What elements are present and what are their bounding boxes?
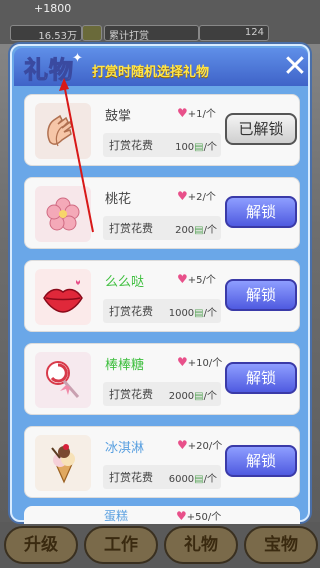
gift-modal: 礼物 ✦ 打赏时随机选择礼物 ✕ 鼓掌 ♥+1/个 打赏花费 100▤/个 已解… (10, 44, 310, 524)
heart-icon: ♥ (177, 438, 188, 452)
gift-bonus: ♥+50/个 (176, 509, 222, 523)
modal-header: 礼物 ✦ 打赏时随机选择礼物 ✕ (14, 48, 308, 86)
gift-fee-box: 打赏花费 200▤/个 (103, 216, 221, 240)
gift-card: 么么哒 ♥+5/个 打赏花费 1000▤/个 解锁 (24, 260, 300, 332)
gift-fee-box: 打赏花费 100▤/个 (103, 133, 221, 157)
gift-fee-box: 打赏花费 2000▤/个 (103, 382, 221, 406)
gift-fee-label: 打赏花费 (109, 222, 153, 235)
heart-icon: ♥ (177, 272, 188, 286)
stat-total-tips: 124 (199, 25, 269, 41)
gift-card: 冰淇淋 ♥+20/个 打赏花费 6000▤/个 解锁 (24, 426, 300, 498)
gift-name: 蛋糕 (104, 509, 129, 523)
heart-icon: ♥ (177, 355, 188, 369)
unlocked-button[interactable]: 已解锁 (225, 113, 297, 145)
gift-card: 鼓掌 ♥+1/个 打赏花费 100▤/个 已解锁 (24, 94, 300, 166)
gift-card-partial: 蛋糕 ♥+50/个 (24, 506, 300, 524)
gift-bonus: ♥+20/个 (177, 438, 223, 452)
gift-name: 棒棒糖 (105, 358, 145, 373)
gift-fee-value: 2000▤/个 (168, 391, 217, 402)
gift-fee-label: 打赏花费 (109, 305, 153, 318)
gift-fee-box: 打赏花费 6000▤/个 (103, 465, 221, 489)
ice-cream-icon (35, 435, 91, 491)
gift-bonus: ♥+10/个 (177, 355, 223, 369)
gift-fee-value: 1000▤/个 (168, 308, 217, 319)
unlock-button[interactable]: 解锁 (225, 196, 297, 228)
money-icon: ▤ (194, 308, 204, 319)
gift-list[interactable]: 鼓掌 ♥+1/个 打赏花费 100▤/个 已解锁 桃花 ♥+2/个 打赏花费 2… (24, 94, 300, 524)
nav-work-button[interactable]: 工作 (84, 526, 158, 564)
gift-fee-value: 100▤/个 (175, 142, 217, 153)
gift-bonus: ♥+1/个 (177, 106, 216, 120)
gift-fee-value: 200▤/个 (175, 225, 217, 236)
nav-upgrade-button[interactable]: 升级 (4, 526, 78, 564)
gift-fee-label: 打赏花费 (109, 139, 153, 152)
heart-icon: ♥ (177, 189, 188, 203)
nav-gift-button[interactable]: 礼物 (164, 526, 238, 564)
gift-bonus: ♥+5/个 (177, 272, 216, 286)
sparkle-icon: ✦ (72, 51, 83, 66)
gift-name: 桃花 (105, 192, 132, 207)
gift-fee-label: 打赏花费 (109, 471, 153, 484)
gift-card: 棒棒糖 ♥+10/个 打赏花费 2000▤/个 解锁 (24, 343, 300, 415)
gift-fee-label: 打赏花费 (109, 388, 153, 401)
peach-blossom-icon (35, 186, 91, 242)
modal-title: 礼物 (24, 56, 74, 85)
gift-name: 么么哒 (105, 275, 145, 290)
unlock-button[interactable]: 解锁 (225, 445, 297, 477)
heart-icon: ♥ (177, 106, 188, 120)
nav-treasure-button[interactable]: 宝物 (244, 526, 318, 564)
lips-icon (35, 269, 91, 325)
money-icon (82, 25, 102, 41)
close-icon[interactable]: ✕ (280, 52, 310, 82)
top-status-bar: +1800 16.53万 累计打赏 124 (0, 0, 320, 44)
gift-bonus: ♥+2/个 (177, 189, 216, 203)
heart-icon: ♥ (176, 509, 187, 523)
gift-name: 冰淇淋 (105, 441, 145, 456)
money-icon: ▤ (194, 391, 204, 402)
money-icon: ▤ (194, 225, 204, 236)
unlock-button[interactable]: 解锁 (225, 279, 297, 311)
gift-card: 桃花 ♥+2/个 打赏花费 200▤/个 解锁 (24, 177, 300, 249)
unlock-button[interactable]: 解锁 (225, 362, 297, 394)
coin-gain-text: +1800 (34, 2, 72, 15)
gift-fee-box: 打赏花费 1000▤/个 (103, 299, 221, 323)
clapping-hands-icon (35, 103, 91, 159)
gift-name: 鼓掌 (105, 109, 132, 124)
stat-total-tips-label: 累计打赏 (104, 25, 199, 42)
modal-subtitle: 打赏时随机选择礼物 (92, 65, 210, 80)
money-icon: ▤ (194, 142, 204, 153)
gift-fee-value: 6000▤/个 (168, 474, 217, 485)
stat-money: 16.53万 (10, 25, 82, 42)
money-icon: ▤ (194, 474, 204, 485)
lollipop-icon (35, 352, 91, 408)
bottom-nav: 升级 工作 礼物 宝物 (0, 522, 320, 568)
